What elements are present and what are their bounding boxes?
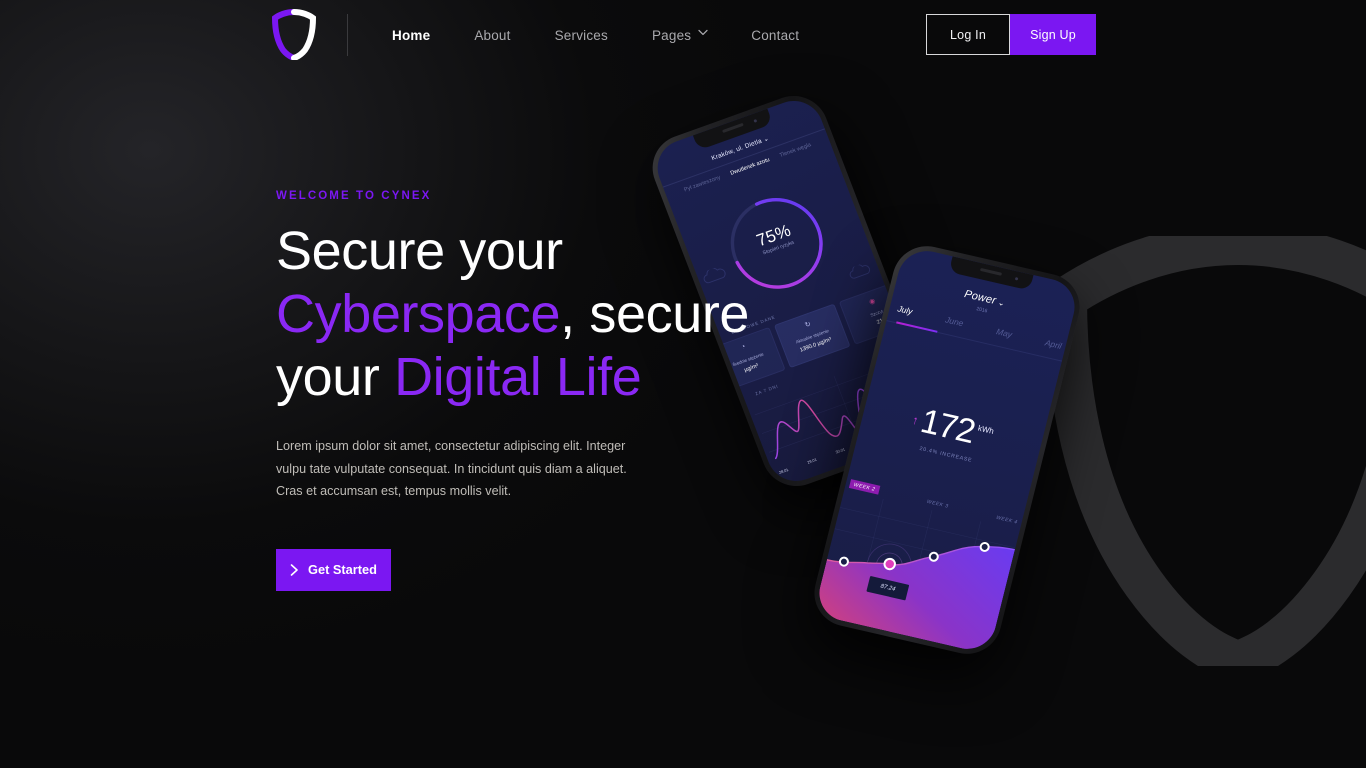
tab-april[interactable]: April	[1044, 337, 1063, 350]
headline-text: your	[276, 347, 395, 407]
speaker-icon	[721, 122, 744, 134]
header-divider	[347, 14, 348, 56]
nav-item-home[interactable]: Home	[370, 28, 452, 43]
auth-buttons: Log In Sign Up	[926, 14, 1096, 55]
x-tick: 28.01	[778, 466, 790, 475]
nav-label: Services	[554, 27, 608, 43]
page-root: Home About Services Pages Contact Log In…	[0, 0, 1366, 768]
arrow-up-icon: ↑	[910, 412, 921, 428]
headline-accent: Cyberspace	[276, 284, 561, 344]
nav-label: Contact	[751, 27, 800, 43]
headline-text: Secure your	[276, 221, 563, 281]
metric-card[interactable]: ↻ Aktualne stężenie 1390.0 µg/m³	[774, 303, 851, 369]
tab-may[interactable]: May	[995, 326, 1013, 339]
tab-week-4[interactable]: WEEK 4	[996, 514, 1019, 525]
main-nav: Home About Services Pages Contact	[370, 0, 821, 70]
headline-text: , secure	[560, 284, 750, 344]
x-tick: 29.01	[806, 456, 818, 465]
hero-section: WELCOME TO CYNEX Secure your Cyberspace,…	[276, 190, 749, 591]
signup-button[interactable]: Sign Up	[1010, 14, 1096, 55]
power-value: 172	[916, 402, 979, 452]
login-button[interactable]: Log In	[926, 14, 1010, 55]
shield-logo-icon	[271, 9, 317, 61]
tab-july[interactable]: July	[897, 303, 914, 316]
nav-label: Pages	[651, 27, 692, 43]
tab-june[interactable]: June	[944, 314, 964, 328]
chevron-right-icon	[290, 563, 299, 576]
camera-icon	[753, 118, 758, 123]
nav-label: About	[474, 27, 511, 43]
alert-icon: ◉	[868, 297, 877, 307]
get-started-button[interactable]: Get Started	[276, 548, 391, 591]
camera-icon	[1014, 276, 1019, 281]
nav-item-pages[interactable]: Pages	[630, 28, 729, 43]
refresh-icon: ↻	[804, 320, 813, 330]
speaker-icon	[980, 268, 1003, 276]
headline-accent: Digital Life	[394, 347, 642, 407]
active-tab-indicator	[896, 321, 938, 333]
logo[interactable]	[271, 8, 317, 61]
chevron-down-icon: ⌄	[994, 297, 1006, 309]
nav-item-contact[interactable]: Contact	[729, 28, 821, 43]
cloud-icon	[849, 264, 871, 279]
phone-mockups: Kraków, ul. Dietla ⌄ Pył zawieszony Dwut…	[642, 86, 1110, 685]
nav-item-services[interactable]: Services	[533, 28, 630, 43]
headline-line-1: Secure your	[276, 220, 706, 283]
nav-item-about[interactable]: About	[452, 28, 532, 43]
chevron-down-icon: ⌄	[762, 135, 771, 144]
get-started-label: Get Started	[308, 562, 377, 577]
nav-label: Home	[392, 27, 431, 43]
hero-paragraph: Lorem ipsum dolor sit amet, consectetur …	[276, 439, 627, 498]
x-tick: 30.01	[834, 446, 846, 455]
tab-tlenek[interactable]: Tlenek węgla	[779, 142, 812, 159]
hero-eyebrow: WELCOME TO CYNEX	[276, 190, 432, 202]
power-unit: kWh	[977, 423, 995, 436]
headline-line-3: your Digital Life	[276, 346, 706, 409]
gauge-icon: ◔	[740, 343, 747, 352]
chevron-down-icon	[698, 29, 708, 38]
tab-week-3[interactable]: WEEK 3	[926, 498, 949, 509]
site-header: Home About Services Pages Contact Log In…	[0, 0, 1366, 70]
headline-line-2: Cyberspace, secure	[276, 283, 749, 346]
page-title: Secure your Cyberspace, secure your Digi…	[276, 220, 749, 409]
